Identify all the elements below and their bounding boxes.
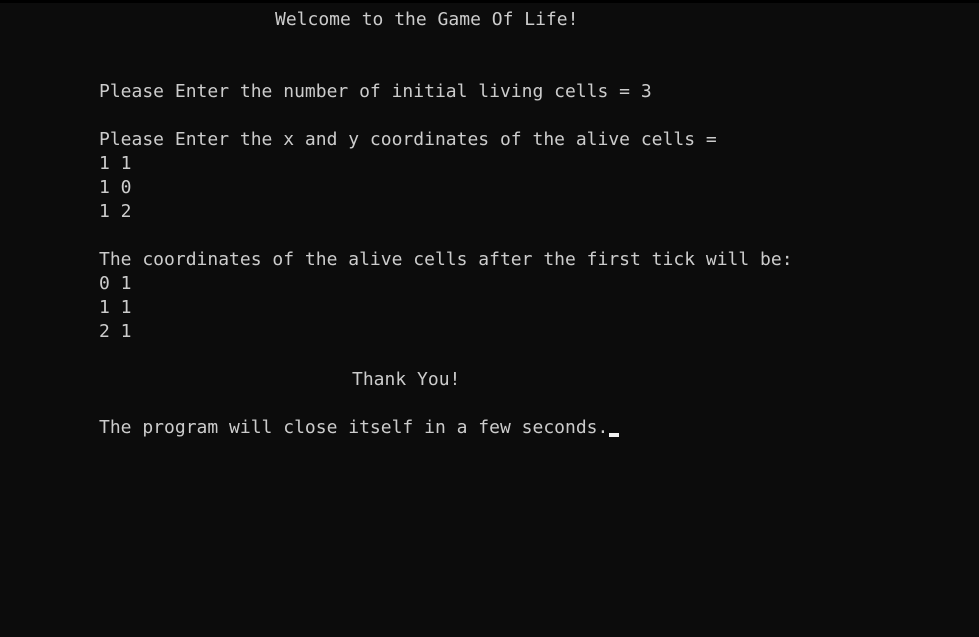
result-heading: The coordinates of the alive cells after… xyxy=(99,249,793,270)
welcome-title: Welcome to the Game Of Life! xyxy=(275,9,579,30)
thank-you-message: Thank You! xyxy=(352,369,461,390)
living-cells-prompt: Please Enter the number of initial livin… xyxy=(99,81,652,102)
result-coordinate-line: 1 1 xyxy=(99,297,132,318)
console-window[interactable]: Welcome to the Game Of Life! Please Ente… xyxy=(0,0,979,637)
result-coordinate-line: 0 1 xyxy=(99,273,132,294)
coordinates-prompt: Please Enter the x and y coordinates of … xyxy=(99,129,717,150)
input-coordinate-line: 1 0 xyxy=(99,177,132,198)
input-coordinate-line: 1 1 xyxy=(99,153,132,174)
closing-message: The program will close itself in a few s… xyxy=(99,417,609,438)
input-coordinate-line: 1 2 xyxy=(99,201,132,222)
text-cursor xyxy=(609,433,620,437)
result-coordinate-line: 2 1 xyxy=(99,321,132,342)
closing-line: The program will close itself in a few s… xyxy=(99,416,620,440)
